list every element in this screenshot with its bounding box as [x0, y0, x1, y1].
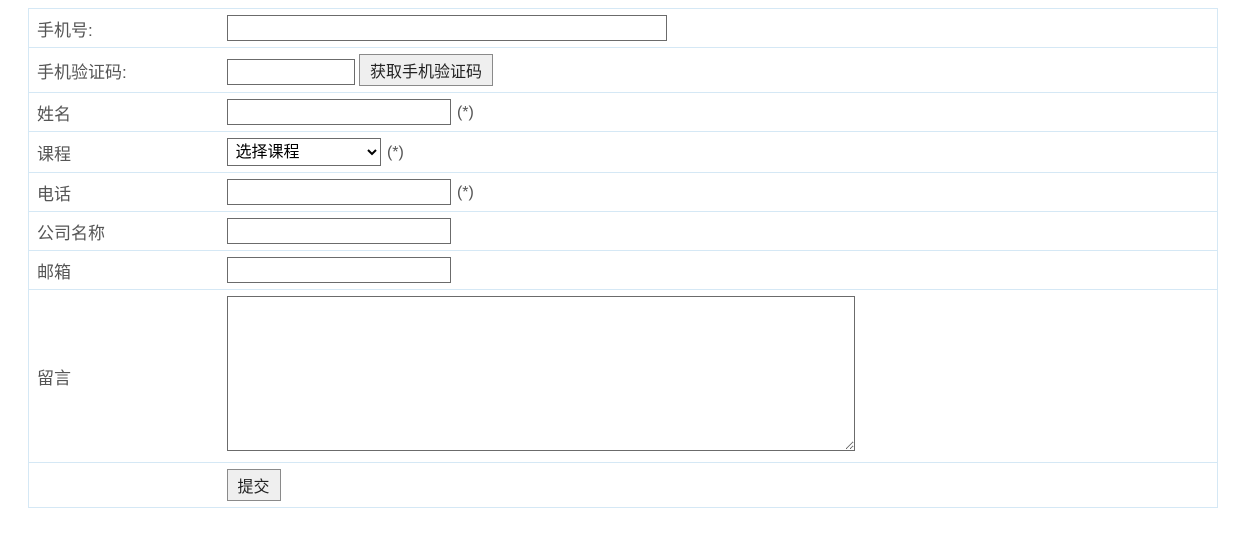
- submit-button[interactable]: 提交: [227, 469, 281, 501]
- label-company: 公司名称: [29, 212, 219, 251]
- row-course: 课程 选择课程 (*): [29, 132, 1218, 173]
- row-phone-number: 手机号:: [29, 9, 1218, 48]
- company-input[interactable]: [227, 218, 451, 244]
- get-phone-code-button[interactable]: 获取手机验证码: [359, 54, 493, 86]
- label-phone-code: 手机验证码:: [29, 48, 219, 93]
- message-textarea[interactable]: [227, 296, 855, 451]
- name-input[interactable]: [227, 99, 451, 125]
- label-message: 留言: [29, 290, 219, 463]
- course-select[interactable]: 选择课程: [227, 138, 381, 166]
- label-course: 课程: [29, 132, 219, 173]
- telephone-input[interactable]: [227, 179, 451, 205]
- label-phone-number: 手机号:: [29, 9, 219, 48]
- label-telephone: 电话: [29, 173, 219, 212]
- row-name: 姓名 (*): [29, 93, 1218, 132]
- phone-code-input[interactable]: [227, 59, 355, 85]
- row-email: 邮箱: [29, 251, 1218, 290]
- row-company: 公司名称: [29, 212, 1218, 251]
- label-name: 姓名: [29, 93, 219, 132]
- required-mark-name: (*): [457, 104, 474, 121]
- row-submit: 提交: [29, 463, 1218, 508]
- required-mark-course: (*): [387, 144, 404, 161]
- row-message: 留言: [29, 290, 1218, 463]
- registration-form: 手机号: 手机验证码: 获取手机验证码 姓名 (*) 课程 选择课程 (*) 电…: [28, 8, 1218, 508]
- row-telephone: 电话 (*): [29, 173, 1218, 212]
- required-mark-telephone: (*): [457, 184, 474, 201]
- label-submit-empty: [29, 463, 219, 508]
- label-email: 邮箱: [29, 251, 219, 290]
- row-phone-code: 手机验证码: 获取手机验证码: [29, 48, 1218, 93]
- email-input[interactable]: [227, 257, 451, 283]
- phone-number-input[interactable]: [227, 15, 667, 41]
